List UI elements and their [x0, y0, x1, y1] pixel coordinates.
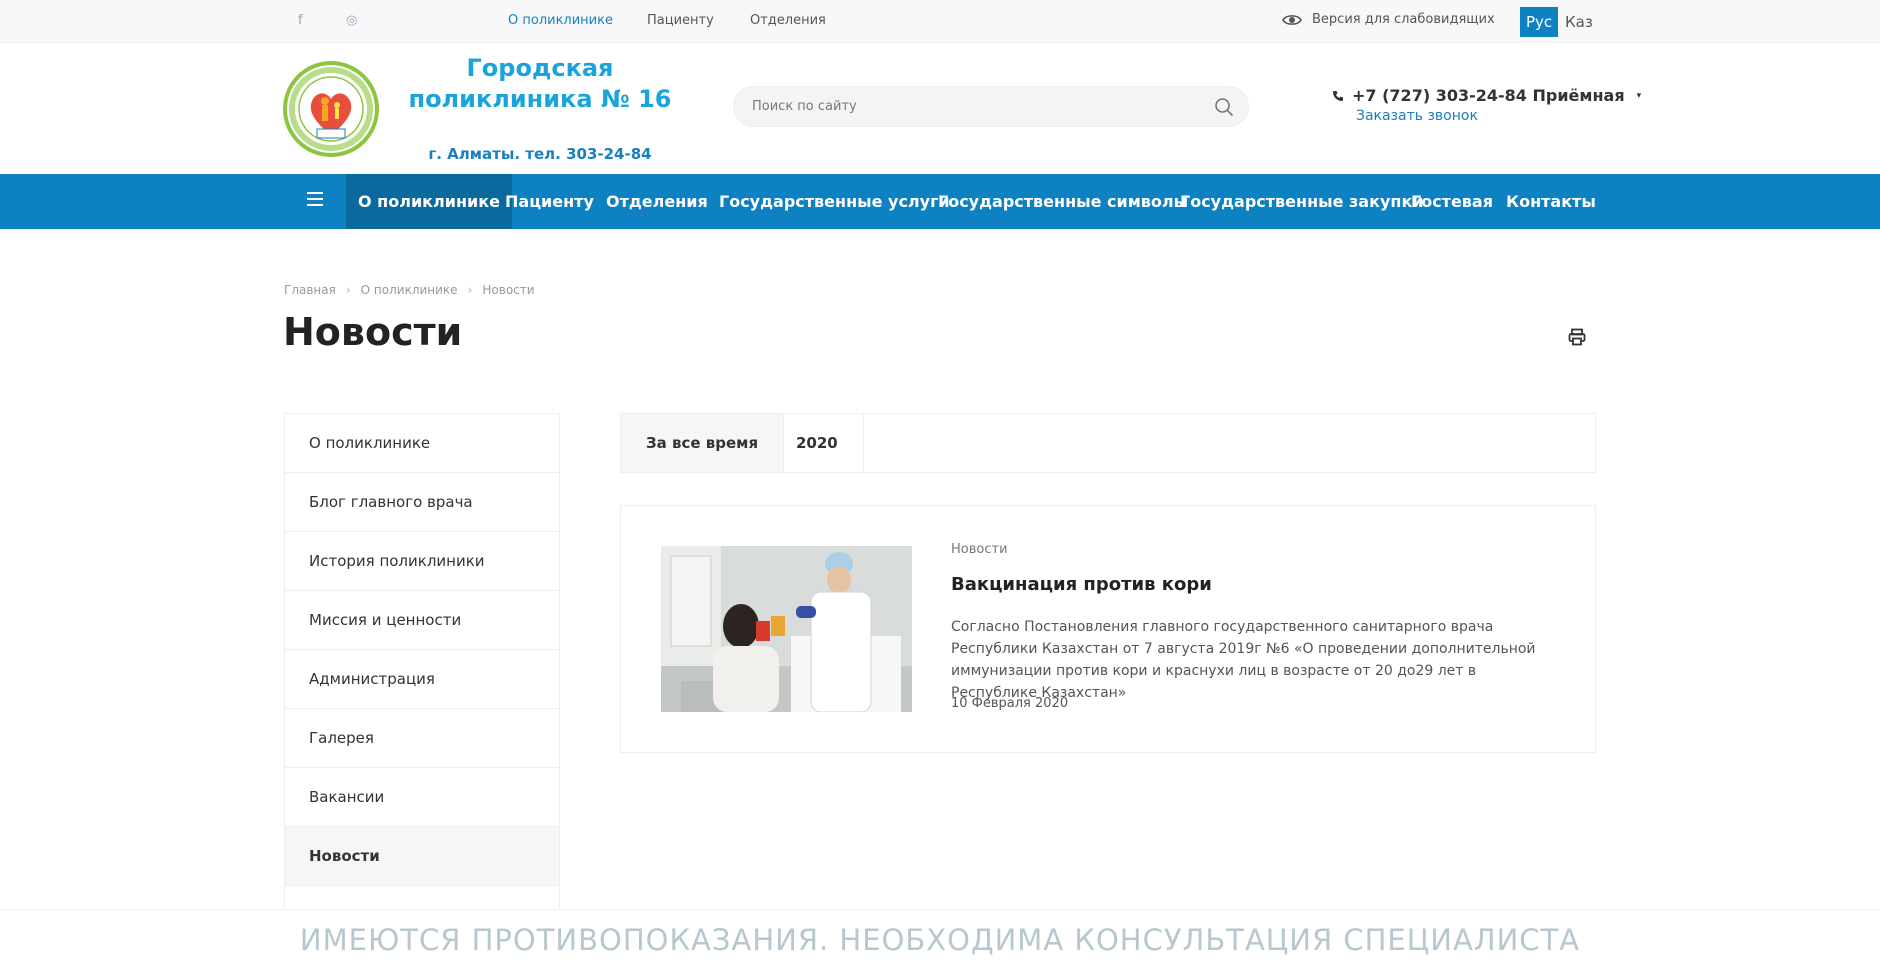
nav-item-gov-procurement[interactable]: Государственные закупки — [1168, 174, 1436, 229]
sidebar-item-vacancies[interactable]: Вакансии — [285, 768, 559, 827]
breadcrumb: Главная › О поликлинике › Новости — [284, 283, 535, 297]
chevron-right-icon: › — [467, 283, 473, 297]
print-icon[interactable] — [1567, 327, 1587, 347]
clinic-logo[interactable] — [283, 61, 379, 157]
clinic-subtitle: г. Алматы. тел. 303-24-84 — [428, 145, 652, 163]
news-date: 10 Февраля 2020 — [951, 696, 1069, 711]
sidebar-item-mission[interactable]: Миссия и ценности — [285, 591, 559, 650]
top-bar: f ◎ О поликлинике Пациенту Отделения Вер… — [0, 0, 1880, 43]
top-link-departments[interactable]: Отделения — [750, 13, 826, 28]
site-header: Городская поликлиника № 16 г. Алматы. те… — [0, 43, 1880, 174]
nav-item-about[interactable]: О поликлинике — [346, 174, 512, 229]
phone-dropdown[interactable]: +7 (727) 303-24-84 Приёмная ▾ — [1332, 86, 1641, 105]
vaccination-photo-image — [661, 546, 912, 712]
nav-item-departments[interactable]: Отделения — [594, 174, 720, 229]
lang-kz[interactable]: Каз — [1559, 7, 1599, 37]
logo-emblem-icon — [283, 61, 379, 157]
nav-item-gov-services[interactable]: Государственные услуги — [707, 174, 962, 229]
breadcrumb-home[interactable]: Главная — [284, 283, 336, 297]
chevron-right-icon: › — [345, 283, 351, 297]
instagram-icon[interactable]: ◎ — [346, 13, 357, 28]
nav-item-patient[interactable]: Пациенту — [493, 174, 606, 229]
breadcrumb-current: Новости — [482, 283, 535, 297]
filter-all-time[interactable]: За все время — [621, 414, 785, 472]
callback-link[interactable]: Заказать звонок — [1356, 108, 1478, 124]
news-excerpt: Согласно Постановления главного государс… — [951, 619, 1536, 701]
disclaimer-banner: ИМЕЮТСЯ ПРОТИВОПОКАЗАНИЯ. НЕОБХОДИМА КОН… — [0, 909, 1880, 970]
low-vision-label: Версия для слабовидящих — [1312, 12, 1495, 27]
sidebar-item-chief-blog[interactable]: Блог главного врача — [285, 473, 559, 532]
main-nav: О поликлинике Пациенту Отделения Государ… — [0, 174, 1880, 229]
period-filter: За все время 2020 — [620, 413, 1596, 473]
news-title[interactable]: Вакцинация против кори — [951, 574, 1212, 595]
lang-ru[interactable]: Рус — [1520, 7, 1559, 37]
nav-item-gov-symbols[interactable]: Государственные символы — [926, 174, 1200, 229]
sidebar-item-about[interactable]: О поликлинике — [285, 414, 559, 473]
filter-year-2020[interactable]: 2020 — [771, 414, 864, 472]
sidebar-item-administration[interactable]: Администрация — [285, 650, 559, 709]
top-link-patient[interactable]: Пациенту — [647, 13, 714, 28]
phone-icon — [1333, 90, 1343, 101]
menu-burger-icon[interactable] — [307, 192, 325, 210]
eye-icon — [1282, 14, 1302, 25]
news-photo[interactable] — [661, 546, 912, 712]
clinic-title[interactable]: Городская поликлиника № 16 — [380, 53, 700, 115]
phone-number: +7 (727) 303-24-84 Приёмная — [1352, 86, 1625, 105]
search-box — [733, 86, 1249, 127]
sidebar-item-gallery[interactable]: Галерея — [285, 709, 559, 768]
page-title: Новости — [283, 310, 463, 354]
nav-item-guestbook[interactable]: Гостевая — [1399, 174, 1505, 229]
news-card[interactable]: Новости Вакцинация против кори Согласно … — [620, 505, 1596, 753]
search-icon[interactable] — [1214, 97, 1234, 117]
breadcrumb-about[interactable]: О поликлинике — [361, 283, 458, 297]
disclaimer-text: ИМЕЮТСЯ ПРОТИВОПОКАЗАНИЯ. НЕОБХОДИМА КОН… — [299, 923, 1581, 957]
low-vision-button[interactable]: Версия для слабовидящих — [1282, 12, 1495, 27]
news-category[interactable]: Новости — [951, 542, 1008, 557]
facebook-icon[interactable]: f — [298, 13, 303, 28]
sidebar-item-history[interactable]: История поликлиники — [285, 532, 559, 591]
search-input[interactable] — [752, 87, 1192, 126]
sidebar-item-news[interactable]: Новости — [285, 827, 559, 886]
nav-item-contacts[interactable]: Контакты — [1494, 174, 1608, 229]
sidebar-menu: О поликлинике Блог главного врача Истори… — [284, 413, 560, 921]
top-link-about[interactable]: О поликлинике — [508, 13, 613, 28]
chevron-down-icon: ▾ — [1636, 90, 1642, 101]
